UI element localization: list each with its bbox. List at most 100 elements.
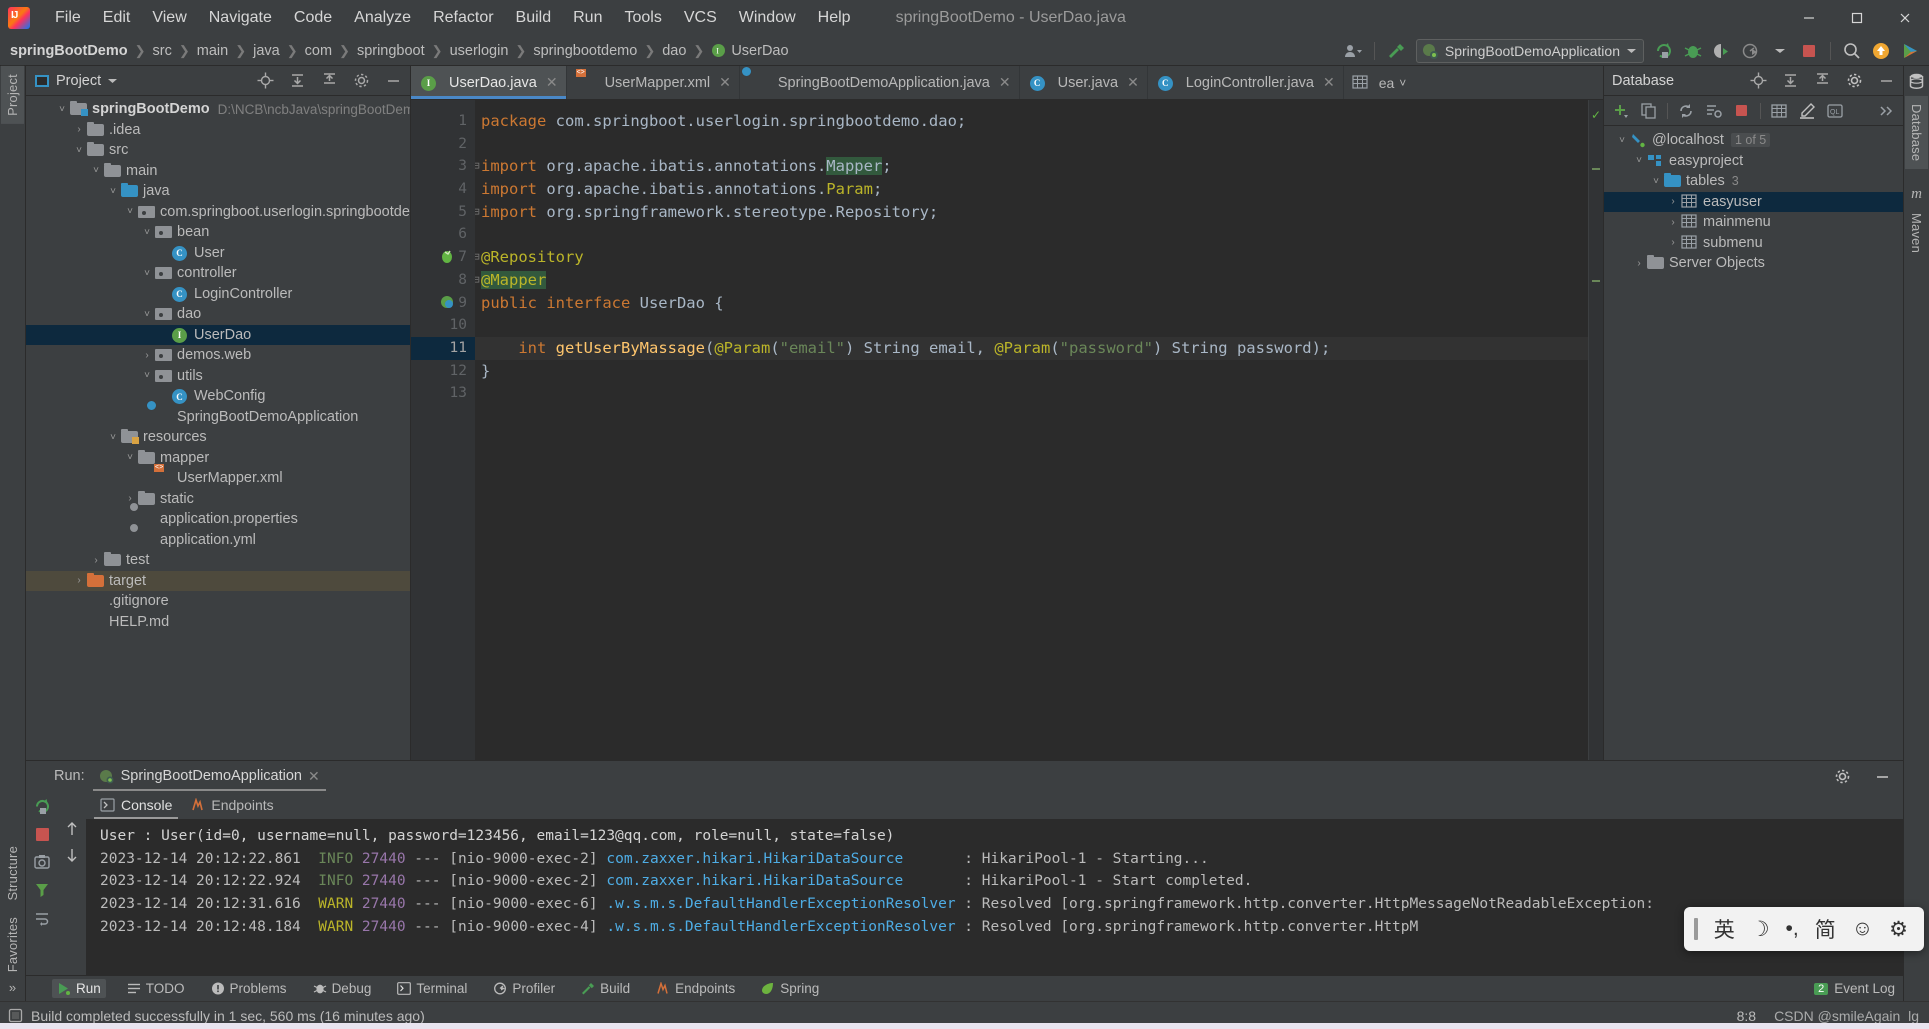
menu-run[interactable]: Run [562, 5, 613, 31]
build-hammer-icon[interactable] [1383, 39, 1409, 63]
breadcrumb-item-java[interactable]: java [253, 43, 280, 59]
editor-tab-bar[interactable]: I UserDao.java ✕ UserMapper.xml ✕ SpringBootD… [411, 66, 1603, 100]
tool-window-profiler[interactable]: Profiler [488, 979, 560, 998]
ime-simplified-icon[interactable]: 简 [1815, 914, 1836, 944]
settings-icon[interactable] [1829, 764, 1855, 788]
user-settings-icon[interactable] [1340, 39, 1366, 63]
chevron-down-icon[interactable]: ˅ [105, 432, 121, 443]
tree-node-com-springboot-userlogin-springbootdemo[interactable]: ˅ com.springboot.userlogin.springbootdemo [26, 202, 410, 223]
locate-icon[interactable] [252, 69, 278, 93]
breadcrumb-item-src[interactable]: src [153, 43, 172, 59]
ime-punctuation-icon[interactable]: •, [1786, 917, 1799, 941]
tool-window-terminal[interactable]: Terminal [392, 979, 472, 998]
code-content[interactable]: package com.springboot.userlogin.springb… [475, 100, 1589, 760]
gutter-line-1[interactable]: 1 [411, 110, 475, 133]
tool-window-endpoints[interactable]: Endpoints [651, 979, 740, 998]
chevron-down-icon[interactable] [1767, 39, 1793, 63]
chevron-down-icon[interactable]: ˅ [122, 206, 138, 217]
stop-icon[interactable] [1729, 99, 1755, 123]
run-tab[interactable]: SpringBootDemoApplication ✕ [92, 761, 326, 791]
menu-window[interactable]: Window [728, 5, 807, 31]
filter-icon[interactable] [33, 881, 51, 899]
tree-node-bean[interactable]: ˅ bean [26, 222, 410, 243]
menu-refactor[interactable]: Refactor [422, 5, 504, 31]
menu-vcs[interactable]: VCS [673, 5, 728, 31]
soft-wrap-icon[interactable] [33, 909, 51, 927]
close-icon[interactable]: ✕ [999, 74, 1011, 91]
chevron-right-icon[interactable]: › [139, 350, 155, 361]
tool-window-problems[interactable]: Problems [206, 979, 292, 998]
gutter-run-icon[interactable] [440, 295, 455, 310]
tree-node-utils[interactable]: ˅ utils [26, 366, 410, 387]
breadcrumb-item-userdao[interactable]: I UserDao [711, 43, 789, 59]
project-tree[interactable]: ˅ springBootDemo D:\NCB\ncbJava\springBoot… [26, 96, 410, 760]
menu-tools[interactable]: Tools [613, 5, 672, 31]
tree-node--gitignore[interactable]: .gitignore [26, 591, 410, 612]
strip-more-icon[interactable]: » [9, 980, 16, 1001]
breadcrumb-item-com[interactable]: com [305, 43, 332, 59]
editor-marker-rail[interactable]: ✓ [1589, 100, 1603, 760]
gutter-line-5[interactable]: 5 [411, 201, 475, 224]
code-line-5[interactable]: ⊟import org.springframework.stereotype.R… [475, 201, 1588, 224]
code-line-6[interactable] [475, 223, 1588, 246]
chevron-down-icon[interactable]: ˅ [88, 165, 104, 176]
tree-node-logincontroller[interactable]: C LoginController [26, 284, 410, 305]
tree-node-application-properties[interactable]: application.properties [26, 509, 410, 530]
tree-node-application-yml[interactable]: application.yml [26, 530, 410, 551]
tree-node--localhost[interactable]: ˅ @localhost 1 of 5 [1604, 130, 1903, 151]
menu-edit[interactable]: Edit [92, 5, 142, 31]
refresh-icon[interactable] [1673, 99, 1699, 123]
ime-emoji-icon[interactable]: ☺ [1852, 917, 1873, 941]
code-line-2[interactable] [475, 133, 1588, 156]
chevron-right-icon[interactable]: › [1631, 258, 1647, 269]
close-icon[interactable]: ✕ [546, 74, 558, 91]
expand-all-icon[interactable] [284, 69, 310, 93]
chevron-down-icon[interactable]: ˅ [139, 227, 155, 238]
code-line-4[interactable]: import org.apache.ibatis.annotations.Par… [475, 178, 1588, 201]
expand-all-icon[interactable] [1777, 69, 1803, 93]
stop-icon[interactable] [34, 826, 51, 843]
breadcrumb-item-userlogin[interactable]: userlogin [450, 43, 509, 59]
chevron-down-icon[interactable]: ˅ [1614, 135, 1630, 146]
strip-tab-favorites[interactable]: Favorites [1, 909, 24, 980]
fold-marker-icon[interactable]: ⊟ [475, 269, 480, 292]
tree-node-controller[interactable]: ˅ controller [26, 263, 410, 284]
tree-node-userdao[interactable]: I UserDao [26, 324, 410, 345]
settings-icon[interactable] [1841, 69, 1867, 93]
code-line-3[interactable]: ⊟import org.apache.ibatis.annotations.Ma… [475, 155, 1588, 178]
gutter-line-6[interactable]: 6 [411, 223, 475, 246]
gutter-line-13[interactable]: 13 [411, 382, 475, 405]
minimize-icon[interactable] [1785, 0, 1833, 36]
tree-node-mapper[interactable]: ˅ mapper [26, 448, 410, 469]
menu-navigate[interactable]: Navigate [198, 5, 283, 31]
database-tree[interactable]: ˅ @localhost 1 of 5 ˅ easyproject ˅ tables 3 › ea… [1604, 126, 1903, 760]
chevron-down-icon[interactable]: ˅ [71, 145, 87, 156]
editor-tab-overflow[interactable]: ea ˅ [1344, 66, 1415, 99]
tool-window-spring[interactable]: Spring [756, 979, 824, 998]
gutter-line-4[interactable]: 4 [411, 178, 475, 201]
breadcrumb-item-springboot[interactable]: springboot [357, 43, 425, 59]
console-subtabs[interactable]: Console Endpoints [86, 791, 1903, 819]
fold-marker-icon[interactable]: ⊟ [475, 201, 480, 224]
code-line-10[interactable] [475, 314, 1588, 337]
code-line-9[interactable]: public interface UserDao { [475, 292, 1588, 315]
close-icon[interactable]: ✕ [308, 768, 320, 785]
tree-node-usermapper-xml[interactable]: UserMapper.xml [26, 468, 410, 489]
chevron-down-icon[interactable]: ˅ [54, 104, 70, 115]
chevron-down-icon[interactable] [107, 77, 118, 85]
rerun-icon[interactable] [33, 797, 52, 816]
ime-lang-icon[interactable]: 英 [1714, 914, 1735, 944]
chevron-down-icon[interactable]: ˅ [1648, 176, 1664, 187]
scroll-down-icon[interactable] [64, 847, 80, 863]
tree-node--idea[interactable]: › .idea [26, 120, 410, 141]
gutter-line-2[interactable]: 2 [411, 133, 475, 156]
tool-window-debug[interactable]: Debug [308, 979, 377, 998]
breadcrumb-item-main[interactable]: main [197, 43, 228, 59]
add-icon[interactable] [1608, 99, 1634, 123]
chevron-right-icon[interactable]: › [1665, 217, 1681, 228]
gutter-line-9[interactable]: 9 [411, 292, 475, 315]
search-icon[interactable] [1839, 39, 1865, 63]
code-line-8[interactable]: ⊟@Mapper [475, 269, 1588, 292]
editor-gutter[interactable]: 1 2 3 4 5 6 7 8 9 10 11 12 13 [411, 100, 475, 760]
idea-assist-icon[interactable] [1897, 39, 1923, 63]
